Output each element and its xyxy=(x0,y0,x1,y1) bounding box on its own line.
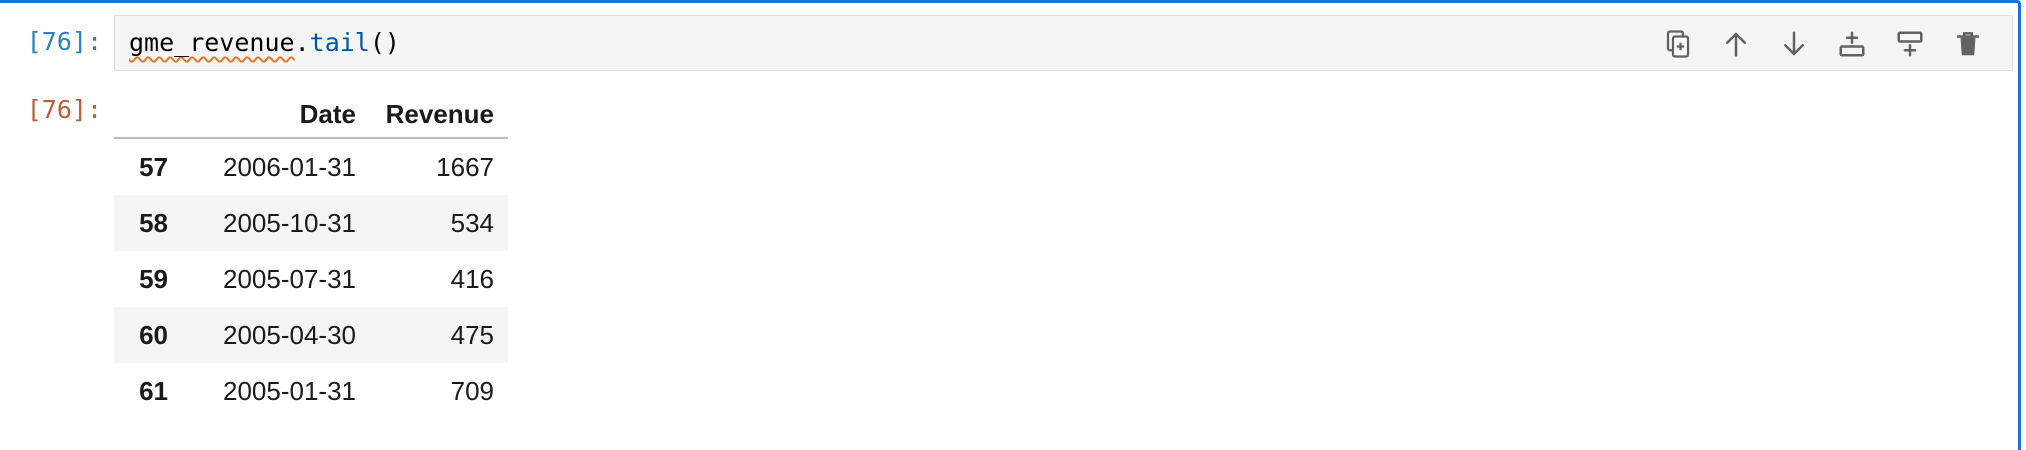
code-dot: . xyxy=(294,28,310,57)
cell-output: Date Revenue 57 2006-01-31 1667 58 2005-… xyxy=(114,91,508,419)
revenue-cell: 475 xyxy=(450,319,494,350)
row-index: 60 xyxy=(139,319,168,350)
input-prompt: [76]: xyxy=(26,27,102,56)
output-prompt: [76]: xyxy=(26,95,102,124)
move-cell-down-button[interactable] xyxy=(1774,24,1814,64)
table-row: 57 2006-01-31 1667 xyxy=(114,138,508,195)
move-cell-up-button[interactable] xyxy=(1716,24,1756,64)
insert-above-icon xyxy=(1839,31,1865,57)
notebook-cell[interactable]: [76]: gme_revenue.tail() [76]: Date Reve… xyxy=(0,0,2021,450)
row-index: 58 xyxy=(139,207,168,238)
trash-icon xyxy=(1956,32,1980,56)
column-header-date: Date xyxy=(182,91,370,139)
revenue-cell: 709 xyxy=(450,375,494,406)
row-index: 61 xyxy=(139,375,168,406)
insert-below-icon xyxy=(1897,31,1923,57)
table-row: 61 2005-01-31 709 xyxy=(114,363,508,419)
code-editor[interactable]: gme_revenue.tail() xyxy=(114,15,2013,71)
date-cell: 2005-04-30 xyxy=(223,319,356,350)
table-row: 58 2005-10-31 534 xyxy=(114,195,508,251)
table-header-row: Date Revenue xyxy=(114,91,508,139)
dataframe-table: Date Revenue 57 2006-01-31 1667 58 2005-… xyxy=(114,91,508,419)
code-line[interactable]: gme_revenue.tail() xyxy=(129,28,400,57)
arrow-down-icon xyxy=(1784,31,1804,56)
column-header-revenue: Revenue xyxy=(370,91,508,139)
row-index: 57 xyxy=(139,151,168,182)
insert-cell-above-button[interactable] xyxy=(1832,24,1872,64)
revenue-cell: 416 xyxy=(450,263,494,294)
row-index: 59 xyxy=(139,263,168,294)
code-parens: () xyxy=(369,28,400,57)
date-cell: 2005-01-31 xyxy=(223,375,356,406)
duplicate-cell-button[interactable] xyxy=(1658,24,1698,64)
code-method: tail xyxy=(309,28,370,57)
index-header xyxy=(114,91,182,139)
revenue-cell: 1667 xyxy=(436,151,494,182)
date-cell: 2005-10-31 xyxy=(223,207,356,238)
arrow-up-icon xyxy=(1726,32,1746,57)
table-row: 60 2005-04-30 475 xyxy=(114,307,508,363)
code-variable: gme_revenue xyxy=(129,28,295,57)
delete-cell-button[interactable] xyxy=(1948,24,1988,64)
copy-icon xyxy=(1666,30,1690,58)
revenue-cell: 534 xyxy=(450,207,494,238)
date-cell: 2006-01-31 xyxy=(223,151,356,182)
cell-toolbar xyxy=(1658,24,1988,64)
date-cell: 2005-07-31 xyxy=(223,263,356,294)
table-row: 59 2005-07-31 416 xyxy=(114,251,508,307)
insert-cell-below-button[interactable] xyxy=(1890,24,1930,64)
